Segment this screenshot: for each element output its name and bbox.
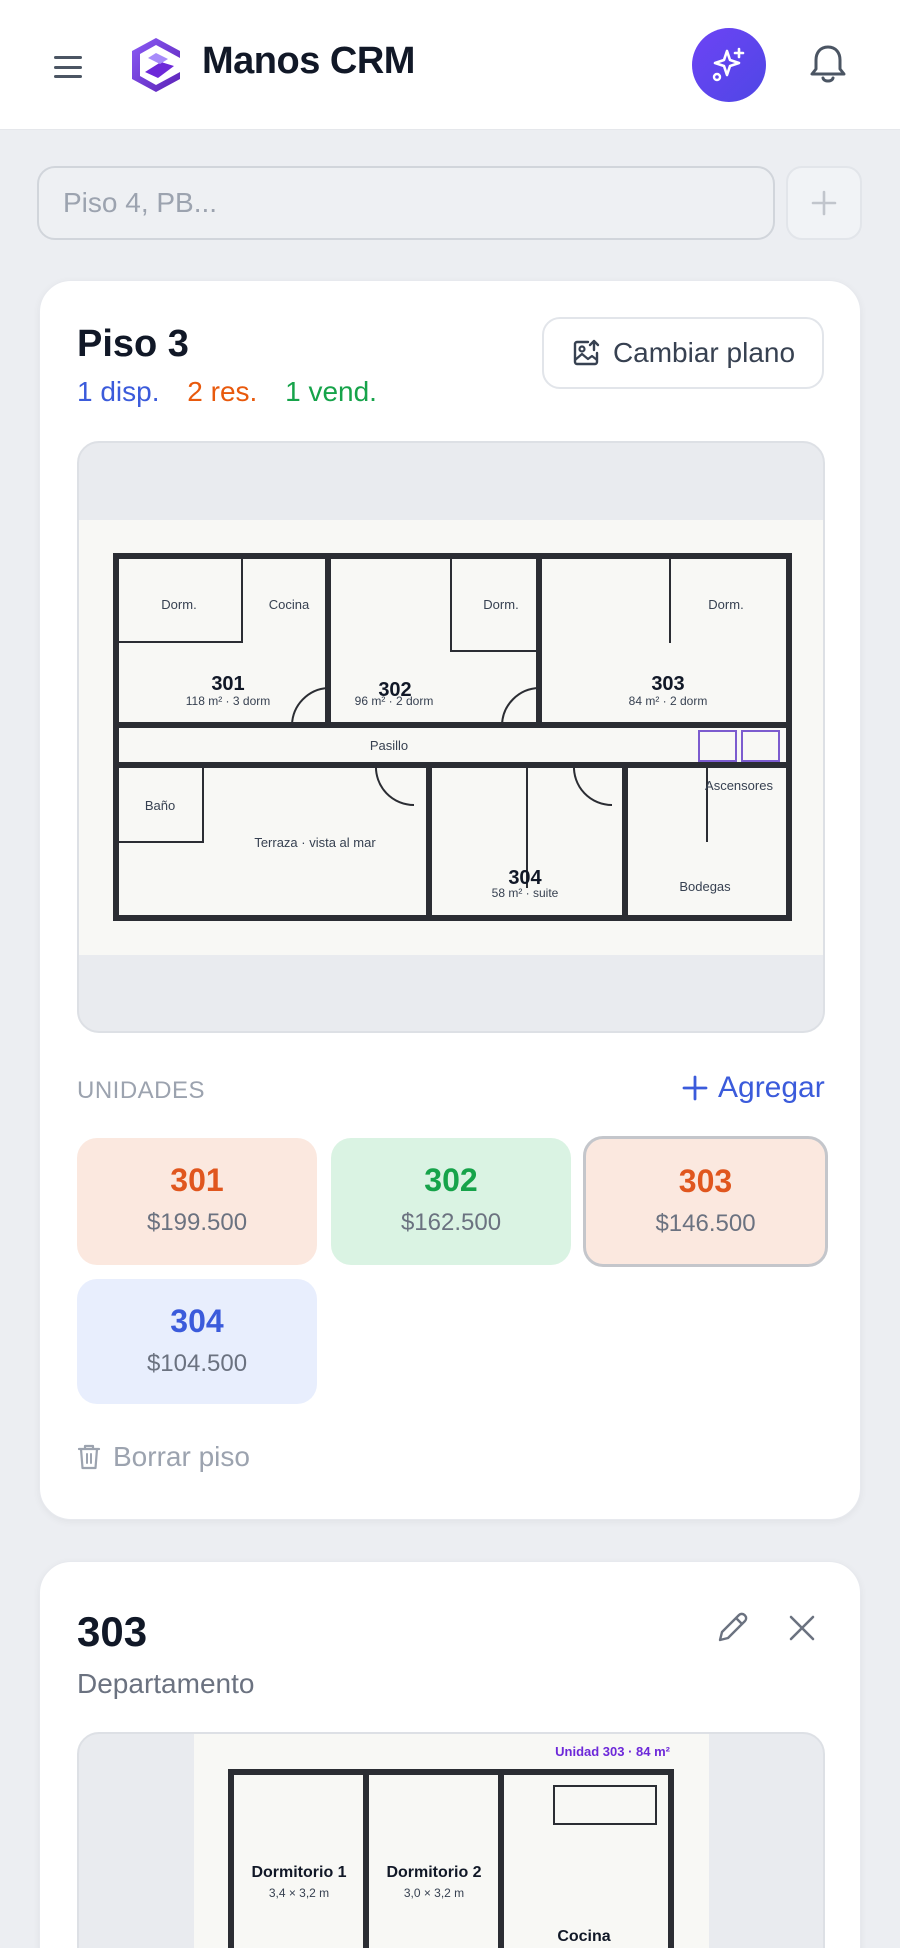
plan-label-cocina: Cocina [269,597,310,612]
close-icon[interactable] [784,1610,820,1646]
floor-name-input[interactable] [37,166,775,240]
unit-tile-301[interactable]: 301 $199.500 [77,1138,317,1265]
app-name: Manos CRM [202,40,415,82]
unit-price: $199.500 [146,1209,248,1236]
stat-disponible: 1 disp. [77,376,160,407]
unit-plan-header: Unidad 303 · 84 m² [555,1744,671,1759]
add-unit-button[interactable]: Agregar [682,1071,825,1105]
plan-unit-301-meta: 118 m² · 3 dorm [186,694,270,708]
stat-reservado: 2 res. [187,376,258,407]
plan-label-dorm: Dorm. [483,597,518,612]
plan-label-dorm: Dorm. [708,597,743,612]
unit-plan-viewer[interactable]: Unidad 303 · 84 m² Dormitorio 1 3,4 × 3,… [77,1732,825,1948]
plan-label-ascensores: Ascensores [705,778,773,793]
notification-bell-icon[interactable] [806,42,850,86]
floor-card: Piso 3 1 disp. 2 res. 1 vend. Cambiar pl… [39,280,861,1520]
unit-number: 303 [678,1163,733,1199]
plan-unit-303[interactable]: 303 [651,673,684,695]
plan-label-bano: Baño [145,798,175,813]
unit-price: $104.500 [146,1350,248,1377]
plan-unit-302[interactable]: 302 [378,679,411,701]
plan-label-dorm: Dorm. [161,597,196,612]
sparkles-icon [712,47,745,82]
add-floor-button[interactable] [786,166,862,240]
unit-detail-title: 303 [77,1608,148,1655]
floor-plan-viewer[interactable]: Dorm. Cocina Dorm. Dorm. Pasillo Ascenso… [77,441,825,1033]
change-plan-button[interactable]: Cambiar plano [542,317,824,389]
plan-unit-303-meta: 84 m² · 2 dorm [629,694,708,708]
unit-tile-303[interactable]: 303 $146.500 [583,1136,828,1267]
unit-plan-room2: Dormitorio 2 [386,1864,481,1881]
unit-price: $146.500 [655,1210,756,1237]
unit-number: 304 [170,1303,224,1339]
unit-tile-304[interactable]: 304 $104.500 [77,1279,317,1404]
unit-plan-drawing: Unidad 303 · 84 m² Dormitorio 1 3,4 × 3,… [194,1734,709,1948]
change-plan-label: Cambiar plano [612,337,796,368]
add-unit-label: Agregar [718,1071,825,1104]
stat-vendido: 1 vend. [285,376,377,407]
unit-plan-room3: Cocina [557,1928,610,1945]
unit-number: 301 [170,1162,224,1198]
floor-title: Piso 3 [77,323,189,365]
plus-icon [682,1075,708,1101]
brand-logo [132,38,180,92]
unit-price: $162.500 [400,1209,502,1236]
top-bar: Manos CRM [0,0,900,130]
plan-unit-304[interactable]: 304 [508,867,542,889]
image-upload-icon [573,339,600,366]
delete-floor-label: Borrar piso [113,1441,250,1472]
unit-plan-room1-dim: 3,4 × 3,2 m [269,1886,329,1900]
units-section-label: UNIDADES [77,1077,206,1104]
menu-icon[interactable] [54,56,82,78]
unit-number: 302 [424,1162,478,1198]
floor-stats: 1 disp. 2 res. 1 vend. [77,376,397,408]
unit-plan-room1: Dormitorio 1 [251,1864,346,1881]
floor-plan-drawing: Dorm. Cocina Dorm. Dorm. Pasillo Ascenso… [79,520,823,955]
plan-label-bodegas: Bodegas [679,879,731,894]
unit-tile-302[interactable]: 302 $162.500 [331,1138,571,1265]
ai-assistant-button[interactable] [692,28,766,102]
unit-detail-card: 303 Departamento Unidad 303 · 84 m² Dorm… [39,1561,861,1948]
plan-unit-301[interactable]: 301 [211,673,244,695]
delete-floor-button[interactable]: Borrar piso [77,1441,250,1473]
plan-label-terraza: Terraza · vista al mar [254,835,376,850]
unit-detail-type: Departamento [77,1668,255,1699]
plus-icon [811,190,837,216]
trash-icon [77,1444,101,1470]
plan-label-pasillo: Pasillo [370,738,408,753]
edit-pencil-icon[interactable] [712,1608,752,1648]
unit-plan-room2-dim: 3,0 × 3,2 m [404,1886,464,1900]
